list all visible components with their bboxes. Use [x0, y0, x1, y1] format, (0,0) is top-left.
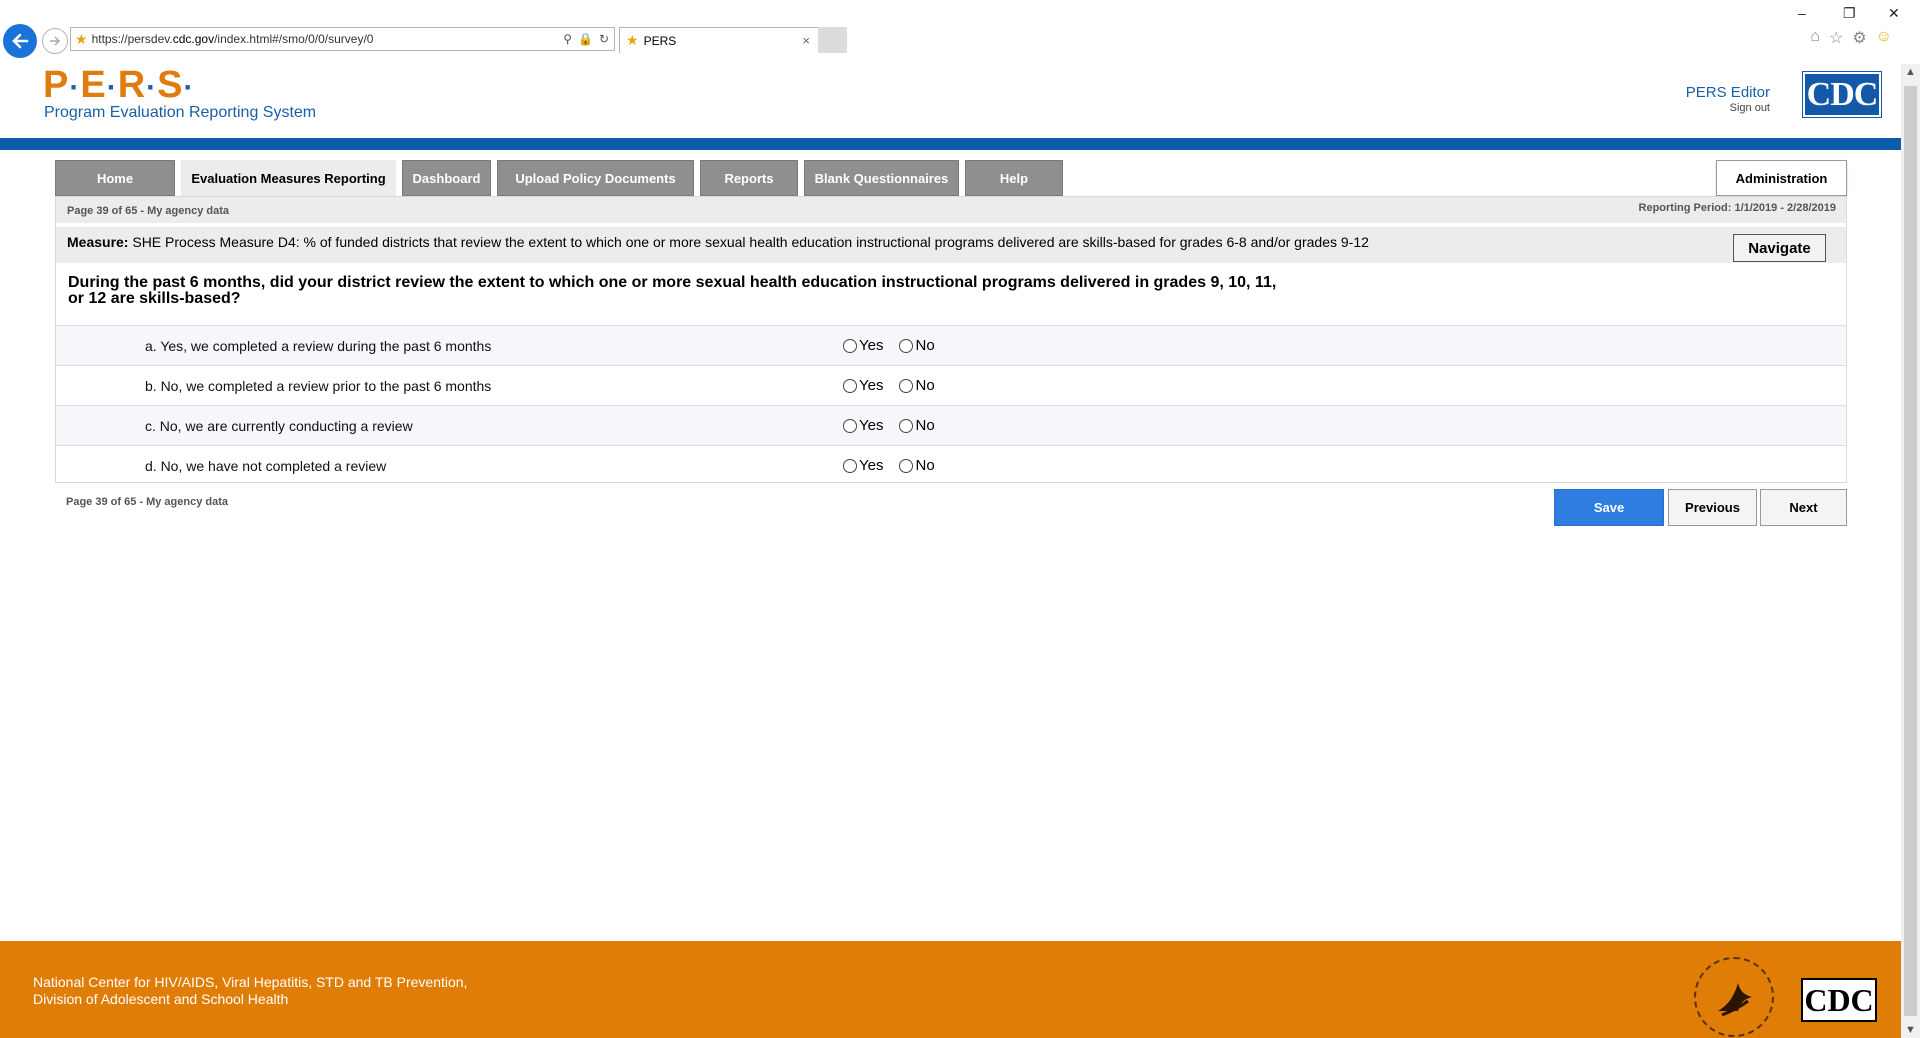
scroll-thumb[interactable]	[1904, 86, 1917, 1016]
no-radio[interactable]	[899, 418, 914, 433]
option-label: d. No, we have not completed a review	[145, 458, 387, 474]
measure-row: Measure: SHE Process Measure D4: % of fu…	[56, 227, 1846, 263]
administration-button[interactable]: Administration	[1716, 160, 1847, 196]
favorite-star-icon: ★	[75, 30, 88, 47]
tab-evaluation-measures-reporting[interactable]: Evaluation Measures Reporting	[181, 160, 396, 196]
arrow-left-icon	[12, 33, 29, 49]
survey-info-bar: Page 39 of 65 - My agency data Reporting…	[56, 197, 1846, 223]
eagle-icon	[1718, 983, 1752, 1017]
tab-help[interactable]: Help	[965, 160, 1063, 196]
footer-text: National Center for HIV/AIDS, Viral Hepa…	[33, 974, 468, 1007]
search-icon[interactable]: ⚲	[563, 32, 572, 46]
next-button[interactable]: Next	[1760, 489, 1847, 526]
cdc-logo[interactable]: CDC	[1802, 71, 1882, 118]
no-radio[interactable]	[899, 378, 914, 393]
yes-no-group: Yes No	[843, 377, 951, 394]
bottom-page-indicator: Page 39 of 65 - My agency data	[66, 496, 229, 508]
yes-radio[interactable]	[843, 458, 857, 473]
back-button[interactable]	[3, 24, 37, 58]
arrow-right-icon	[50, 36, 61, 46]
hhs-seal-icon	[1694, 957, 1774, 1037]
tab-upload-policy-documents[interactable]: Upload Policy Documents	[497, 160, 694, 196]
header-divider	[0, 138, 1901, 150]
measure-text: SHE Process Measure D4: % of funded dist…	[132, 234, 1369, 250]
feedback-smiley-icon[interactable]: ☺	[1876, 28, 1892, 48]
no-radio[interactable]	[899, 458, 914, 473]
pers-logo[interactable]: P·E·R·S·	[43, 65, 195, 108]
no-radio[interactable]	[899, 338, 914, 353]
browser-chrome: ★ https://persdev.cdc.gov/index.html#/sm…	[0, 0, 1920, 66]
new-tab-button[interactable]	[818, 27, 847, 53]
app-subtitle: Program Evaluation Reporting System	[44, 104, 317, 121]
tab-dashboard[interactable]: Dashboard	[402, 160, 491, 196]
app-window: ★ https://persdev.cdc.gov/index.html#/sm…	[0, 0, 1920, 1038]
measure-description: Measure: SHE Process Measure D4: % of fu…	[67, 234, 1369, 250]
restore-button[interactable]: ❐	[1843, 5, 1856, 22]
reporting-period: Reporting Period: 1/1/2019 - 2/28/2019	[1638, 202, 1836, 214]
answer-options: a. Yes, we completed a review during the…	[56, 325, 1846, 485]
minimize-button[interactable]: –	[1798, 5, 1806, 21]
option-row: c. No, we are currently conducting a rev…	[56, 405, 1846, 445]
url-text[interactable]: https://persdev.cdc.gov/index.html#/smo/…	[92, 32, 564, 46]
yes-no-group: Yes No	[843, 337, 951, 354]
option-row: a. Yes, we completed a review during the…	[56, 325, 1846, 365]
tab-favicon-icon: ★	[626, 32, 639, 48]
scroll-up-icon[interactable]: ▲	[1901, 66, 1920, 78]
user-name: PERS Editor	[1685, 84, 1770, 101]
save-button[interactable]: Save	[1554, 489, 1664, 526]
forward-button[interactable]	[42, 28, 68, 54]
question-text: During the past 6 months, did your distr…	[68, 274, 1277, 307]
yes-radio[interactable]	[843, 378, 857, 393]
footer: National Center for HIV/AIDS, Viral Hepa…	[0, 941, 1901, 1038]
option-label: a. Yes, we completed a review during the…	[145, 338, 492, 354]
address-bar[interactable]: ★ https://persdev.cdc.gov/index.html#/sm…	[70, 27, 615, 51]
yes-radio[interactable]	[843, 338, 857, 353]
yes-no-group: Yes No	[843, 417, 951, 434]
sign-out-link[interactable]: Sign out	[1686, 102, 1770, 114]
footer-cdc-logo: CDC	[1801, 978, 1877, 1022]
measure-label: Measure:	[67, 234, 129, 250]
refresh-icon[interactable]: ↻	[599, 32, 609, 46]
tab-close-icon[interactable]: ×	[802, 33, 810, 48]
user-info: PERS Editor Sign out	[1686, 84, 1770, 114]
option-row: d. No, we have not completed a review Ye…	[56, 445, 1846, 485]
favorites-icon[interactable]: ☆	[1829, 28, 1843, 48]
option-row: b. No, we completed a review prior to th…	[56, 365, 1846, 405]
tab-reports[interactable]: Reports	[700, 160, 798, 196]
navigate-button[interactable]: Navigate	[1733, 234, 1826, 262]
option-label: b. No, we completed a review prior to th…	[145, 378, 492, 394]
tab-title: PERS	[643, 33, 677, 48]
main-nav: Home Evaluation Measures Reporting Dashb…	[55, 160, 1063, 196]
vertical-scrollbar[interactable]: ▲ ▼	[1901, 64, 1920, 1038]
settings-gear-icon[interactable]: ⚙	[1852, 28, 1866, 48]
tab-home[interactable]: Home	[55, 160, 175, 196]
yes-no-group: Yes No	[843, 457, 951, 474]
scroll-down-icon[interactable]: ▼	[1901, 1024, 1920, 1036]
previous-button[interactable]: Previous	[1668, 489, 1757, 526]
page-indicator: Page 39 of 65 - My agency data	[67, 205, 230, 217]
browser-tab[interactable]: ★ PERS ×	[619, 27, 819, 53]
lock-icon[interactable]: 🔒	[578, 32, 593, 46]
option-label: c. No, we are currently conducting a rev…	[145, 418, 413, 434]
yes-radio[interactable]	[843, 418, 857, 433]
close-window-button[interactable]: ✕	[1888, 5, 1900, 22]
tab-blank-questionnaires[interactable]: Blank Questionnaires	[804, 160, 959, 196]
survey-panel: Page 39 of 65 - My agency data Reporting…	[55, 196, 1847, 483]
home-icon[interactable]: ⌂	[1810, 28, 1820, 48]
